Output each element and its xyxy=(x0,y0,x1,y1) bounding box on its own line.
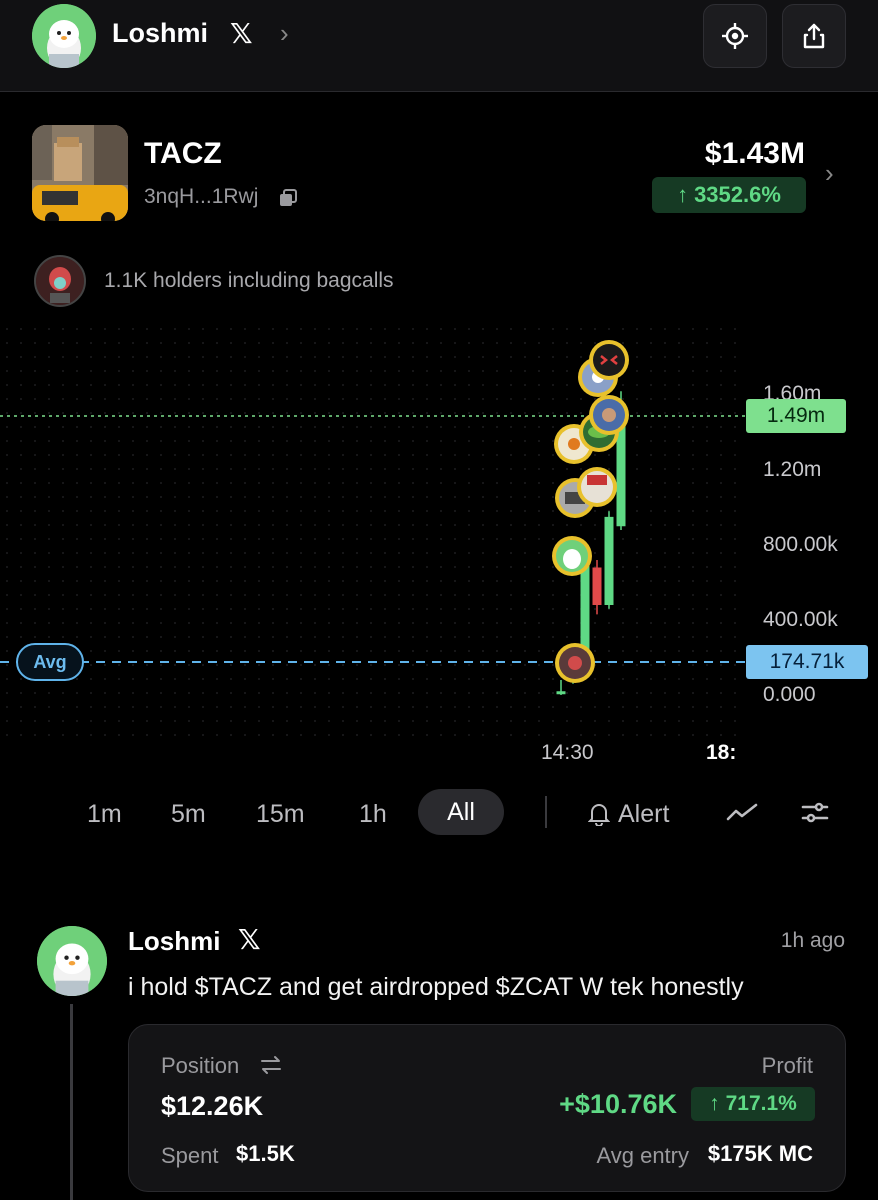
post-author-avatar[interactable] xyxy=(37,926,107,996)
avg-entry-value: $175K MC xyxy=(707,1141,813,1166)
trader-avatar xyxy=(589,340,629,380)
position-label: Position xyxy=(161,1053,240,1078)
alert-label: Alert xyxy=(618,799,670,828)
profit-label: Profit xyxy=(761,1053,813,1078)
spent-value: $1.5K xyxy=(236,1141,295,1166)
y-axis-label: 0.000 xyxy=(763,683,816,706)
top-bar: Loshmi 𝕏 › xyxy=(0,0,878,92)
post-timestamp: 1h ago xyxy=(780,929,845,952)
copy-icon[interactable] xyxy=(278,188,298,208)
profit-percent-badge: ↑ 717.1% xyxy=(691,1087,815,1121)
bell-icon xyxy=(588,804,610,826)
candle-body xyxy=(604,516,614,605)
line-chart-icon[interactable] xyxy=(726,797,758,827)
avg-entry-tag: 174.71k xyxy=(746,645,868,679)
profit-percent: 717.1% xyxy=(725,1092,797,1115)
avg-entry-label: Avg entry xyxy=(596,1143,689,1168)
share-button[interactable] xyxy=(782,4,846,68)
x-logo-icon[interactable]: 𝕏 xyxy=(230,17,253,50)
settings-sliders-icon[interactable] xyxy=(800,797,830,827)
chevron-right-icon[interactable]: › xyxy=(825,158,834,189)
market-cap-value: $1.43M xyxy=(704,137,805,170)
position-card[interactable]: Position $12.26K Spent $1.5K Profit +$10… xyxy=(128,1024,846,1192)
y-axis-label: 800.00k xyxy=(763,533,838,556)
avg-label-pill[interactable]: Avg xyxy=(16,643,84,681)
trader-avatar xyxy=(589,395,629,435)
divider xyxy=(545,796,547,828)
crosshair-icon xyxy=(722,23,748,49)
current-price-tag: 1.49m xyxy=(746,399,846,433)
timeframe-1h[interactable]: 1h xyxy=(359,794,387,834)
timeframe-5m[interactable]: 5m xyxy=(171,794,206,834)
token-name: TACZ xyxy=(144,137,222,170)
arrow-up-icon: ↑ xyxy=(709,1092,720,1115)
holders-summary[interactable]: 1.1K holders including bagcalls xyxy=(104,269,394,293)
post-text: i hold $TACZ and get airdropped $ZCAT W … xyxy=(128,973,744,1001)
thread-line xyxy=(70,1004,73,1200)
x-logo-icon[interactable]: 𝕏 xyxy=(238,923,261,956)
y-axis-label: 1.20m xyxy=(763,458,822,481)
position-value: $12.26K xyxy=(161,1091,264,1121)
alert-button[interactable]: Alert xyxy=(588,794,669,834)
price-chart[interactable] xyxy=(0,320,878,770)
profit-value: +$10.76K xyxy=(559,1089,677,1119)
trader-avatar xyxy=(577,467,617,507)
spent-label: Spent xyxy=(161,1143,219,1168)
swap-icon[interactable] xyxy=(260,1055,282,1075)
post-author-name[interactable]: Loshmi xyxy=(128,926,220,957)
x-axis-label: 14:30 xyxy=(541,741,594,764)
x-axis-label: 18: xyxy=(706,741,737,764)
chevron-right-icon[interactable]: › xyxy=(280,18,289,49)
candle-body xyxy=(556,691,566,695)
user-avatar[interactable] xyxy=(32,4,96,68)
holder-avatar[interactable] xyxy=(34,255,86,307)
token-address: 3nqH...1Rwj xyxy=(144,185,259,208)
profile-name[interactable]: Loshmi xyxy=(112,18,208,49)
trader-avatar xyxy=(555,643,595,683)
price-change-value: 3352.6% xyxy=(694,182,781,207)
timeframe-all[interactable]: All xyxy=(418,789,504,835)
trader-avatar xyxy=(552,536,592,576)
price-change-badge: ↑ 3352.6% xyxy=(652,177,806,213)
candle-body xyxy=(592,567,602,605)
share-icon xyxy=(803,23,825,49)
token-image[interactable] xyxy=(32,125,128,221)
arrow-up-icon: ↑ xyxy=(677,182,689,207)
timeframe-15m[interactable]: 15m xyxy=(256,794,305,834)
crosshair-button[interactable] xyxy=(703,4,767,68)
y-axis-label: 400.00k xyxy=(763,608,838,631)
timeframe-1m[interactable]: 1m xyxy=(87,794,122,834)
